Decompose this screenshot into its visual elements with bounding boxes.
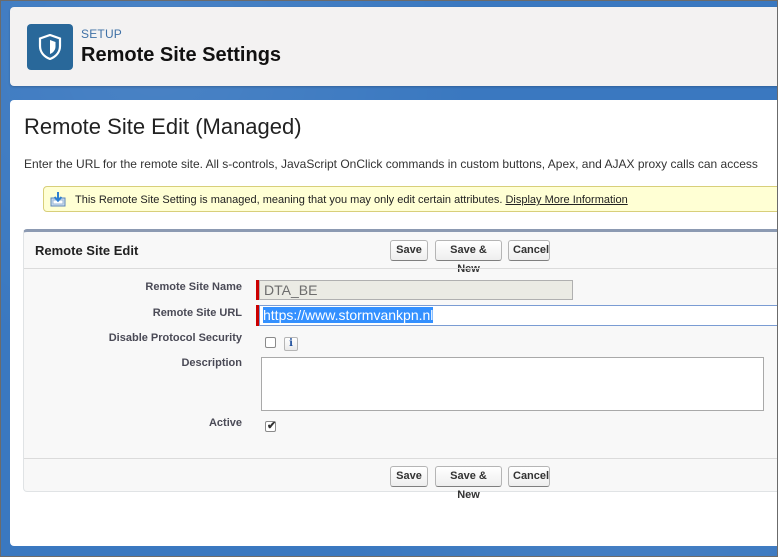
managed-notice: This Remote Site Setting is managed, mea… <box>43 186 777 212</box>
shield-icon <box>38 34 62 60</box>
active-label: Active <box>208 417 242 429</box>
display-more-information-link[interactable]: Display More Information <box>505 194 627 206</box>
url-selected-text: https://www.stormvankpn.nl <box>263 307 434 323</box>
panel-divider-bottom <box>24 458 777 459</box>
description-textarea[interactable] <box>261 357 764 411</box>
panel-divider <box>24 268 777 269</box>
info-icon[interactable]: i <box>284 337 298 351</box>
remote-site-url-input[interactable]: https://www.stormvankpn.nl <box>259 305 777 326</box>
save-button-top[interactable]: Save <box>390 240 428 261</box>
save-button-bottom[interactable]: Save <box>390 466 428 487</box>
cancel-button-top[interactable]: Cancel <box>508 240 550 261</box>
download-info-icon <box>50 192 66 207</box>
header-title: Remote Site Settings <box>81 44 282 66</box>
main-content: Remote Site Edit (Managed) Enter the URL… <box>10 100 777 546</box>
disable-protocol-security-checkbox[interactable] <box>265 337 276 348</box>
setup-header-icon <box>27 24 73 70</box>
header-eyebrow: SETUP <box>81 27 123 41</box>
notice-message: This Remote Site Setting is managed, mea… <box>75 194 503 206</box>
notice-text: This Remote Site Setting is managed, mea… <box>75 194 628 206</box>
app-window: SETUP Remote Site Settings Remote Site E… <box>0 0 778 557</box>
active-checkbox[interactable]: ✔ <box>265 420 277 432</box>
disable-protocol-security-label: Disable Protocol Security <box>108 332 242 344</box>
remote-site-url-label: Remote Site URL <box>152 307 242 319</box>
cancel-button-bottom[interactable]: Cancel <box>508 466 550 487</box>
page-header: SETUP Remote Site Settings <box>10 7 777 86</box>
remote-site-name-field: DTA_BE <box>259 280 573 300</box>
remote-site-edit-panel: Remote Site Edit Save Save & New Cancel … <box>23 229 777 501</box>
checkmark-icon: ✔ <box>267 420 277 432</box>
remote-site-name-label: Remote Site Name <box>145 281 242 293</box>
panel-title: Remote Site Edit <box>35 243 139 258</box>
page-title: Remote Site Edit (Managed) <box>24 114 302 139</box>
intro-text: Enter the URL for the remote site. All s… <box>24 157 758 171</box>
description-label: Description <box>181 357 242 369</box>
save-new-button-top[interactable]: Save & New <box>435 240 502 275</box>
save-new-button-bottom[interactable]: Save & New <box>435 466 502 501</box>
